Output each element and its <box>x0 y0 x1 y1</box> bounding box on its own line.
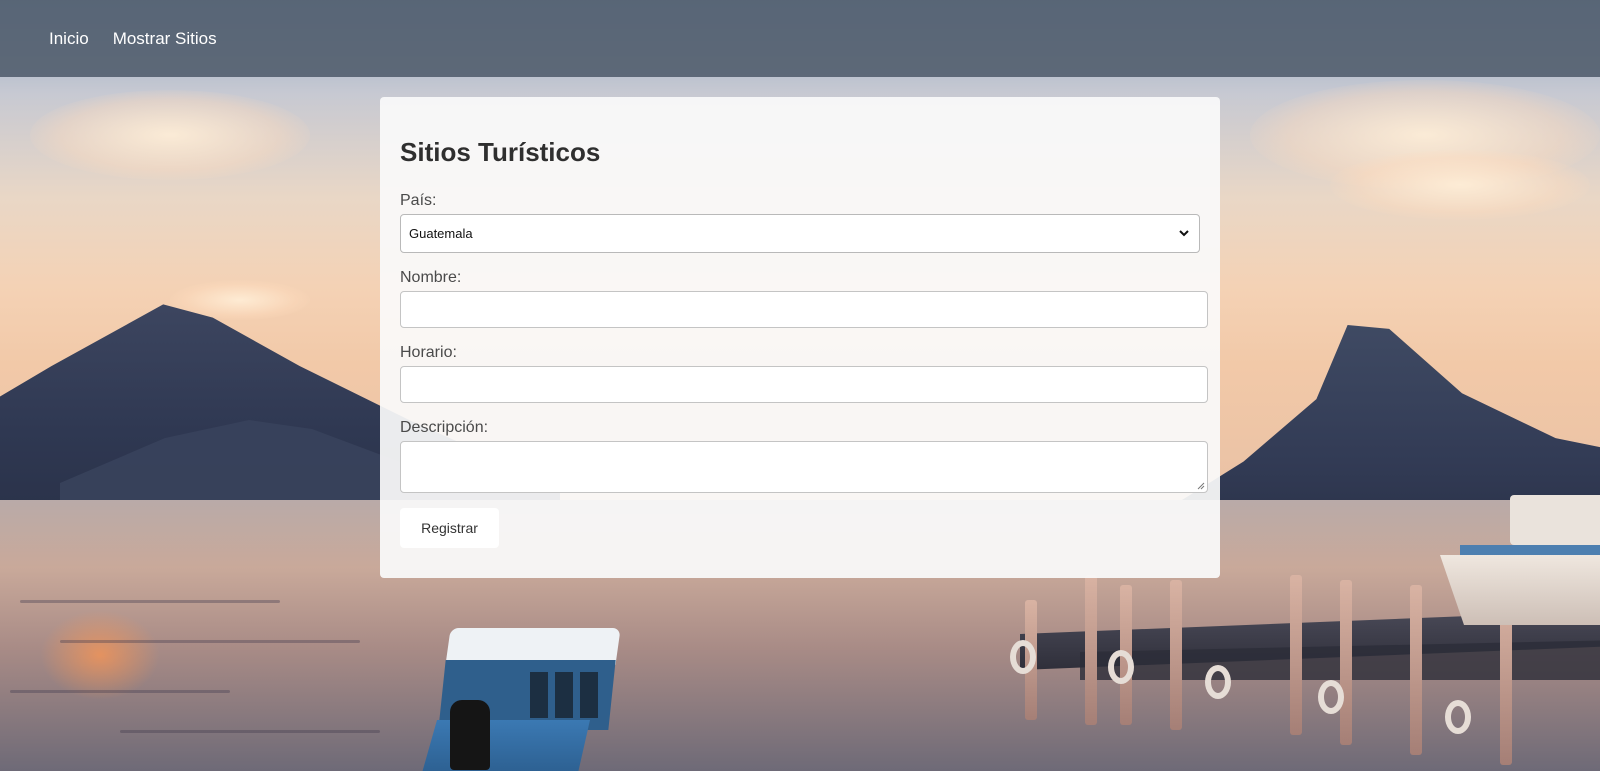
dock-post <box>1340 580 1352 745</box>
cloud <box>1330 150 1590 220</box>
cloud <box>30 90 310 180</box>
descripcion-label: Descripción: <box>400 419 489 436</box>
dock-tire <box>1445 700 1471 734</box>
nombre-input[interactable] <box>400 291 1208 328</box>
sun-reflection <box>40 610 160 700</box>
pais-select-value[interactable]: Guatemala <box>400 214 1200 253</box>
boat-left <box>420 620 621 771</box>
water-ripple <box>20 600 280 603</box>
horario-label: Horario: <box>400 344 457 361</box>
water-ripple <box>120 730 380 733</box>
dock-tire <box>1010 640 1036 674</box>
chevron-down-icon <box>1179 230 1189 237</box>
water-ripple <box>60 640 360 643</box>
dock-tire <box>1318 680 1344 714</box>
nombre-label: Nombre: <box>400 269 462 286</box>
boat-right <box>1440 495 1600 625</box>
dock-post <box>1170 580 1182 730</box>
dock-tire <box>1108 650 1134 684</box>
pais-select[interactable]: Guatemala <box>400 214 1200 253</box>
top-navbar: Inicio Mostrar Sitios <box>0 0 1600 77</box>
dock-post <box>1085 575 1097 725</box>
nav-link-mostrar-sitios[interactable]: Mostrar Sitios <box>113 29 217 49</box>
registrar-button[interactable]: Registrar <box>400 508 499 548</box>
dock-post <box>1290 575 1302 735</box>
descripcion-textarea[interactable] <box>400 441 1208 493</box>
nav-link-inicio[interactable]: Inicio <box>49 29 89 49</box>
form-title: Sitios Turísticos <box>400 137 601 167</box>
pais-label: País: <box>400 192 437 209</box>
resize-grip-icon[interactable] <box>1195 480 1205 490</box>
registration-form-card: Sitios Turísticos País: Guatemala Nombre… <box>380 97 1220 578</box>
horario-input[interactable] <box>400 366 1208 403</box>
dock-post <box>1410 585 1422 755</box>
water-ripple <box>10 690 230 693</box>
dock-tire <box>1205 665 1231 699</box>
